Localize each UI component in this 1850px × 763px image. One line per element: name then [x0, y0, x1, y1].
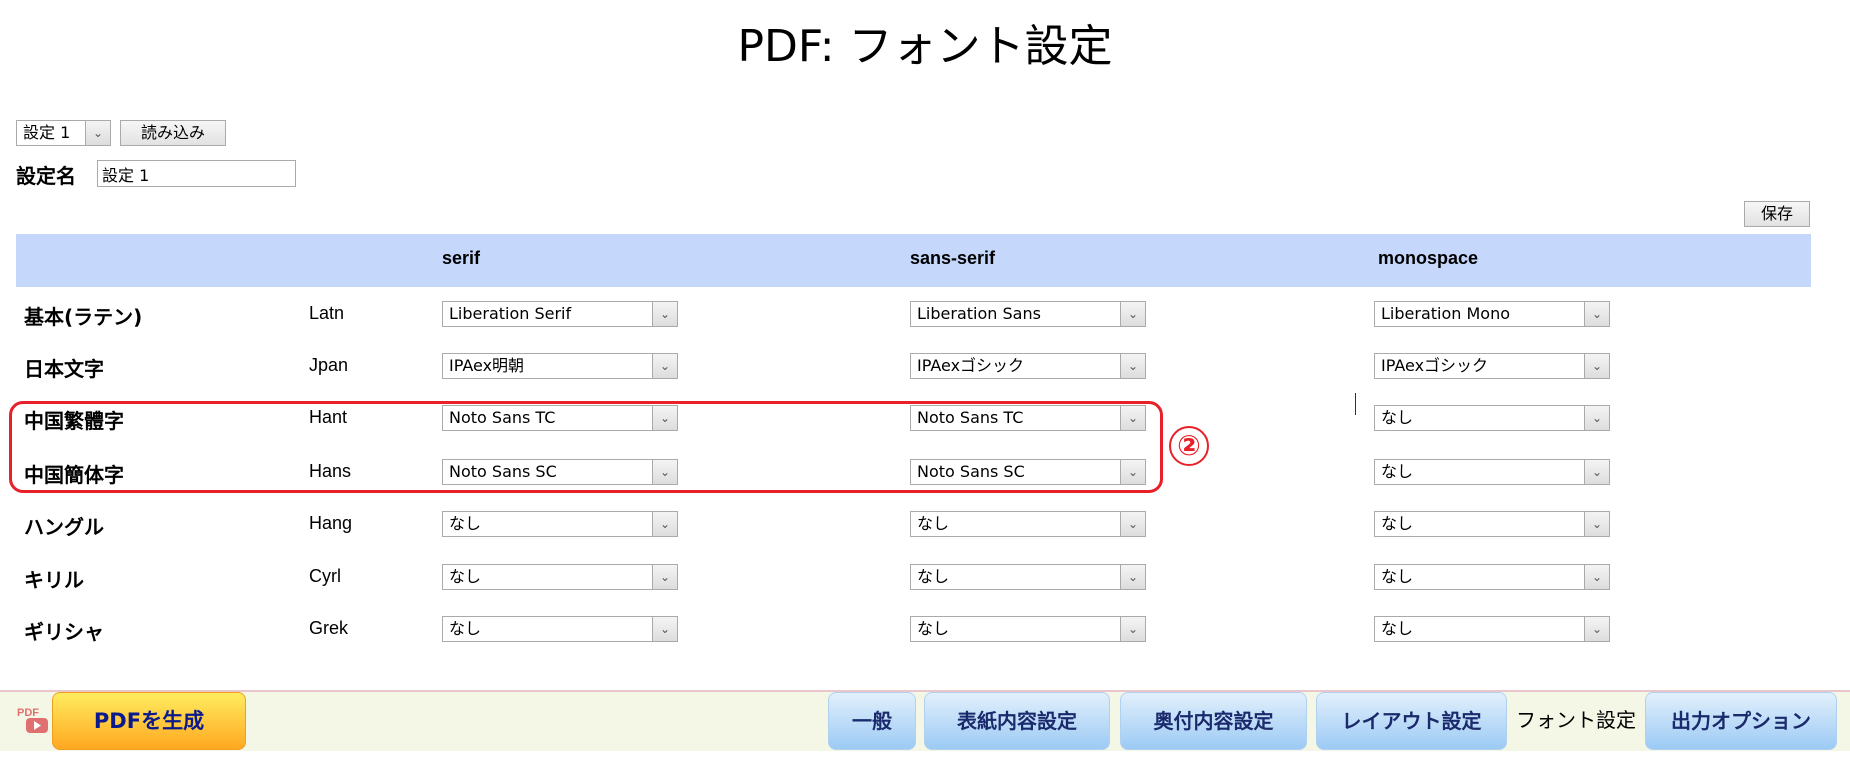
row-label: ギリシャ [24, 620, 104, 644]
font-select-mono[interactable]: なし ⌄ [1374, 405, 1610, 431]
tab-font[interactable]: フォント設定 [1510, 692, 1642, 750]
font-select-mono[interactable]: Liberation Mono ⌄ [1374, 301, 1610, 327]
font-select-value: なし [1381, 567, 1414, 586]
chevron-down-icon: ⌄ [652, 354, 677, 378]
row-script-code: Jpan [309, 355, 349, 375]
font-select-value: IPAexゴシック [917, 356, 1025, 375]
highlight-box [9, 401, 1163, 493]
setting-name-input[interactable] [97, 160, 296, 187]
tab-general[interactable]: 一般 [828, 692, 916, 750]
font-select-value: IPAexゴシック [1381, 356, 1489, 375]
font-select-mono[interactable]: IPAexゴシック ⌄ [1374, 353, 1610, 379]
load-button[interactable]: 読み込み [120, 120, 226, 146]
chevron-down-icon: ⌄ [652, 617, 677, 641]
chevron-down-icon: ⌄ [1120, 512, 1145, 536]
chevron-down-icon: ⌄ [85, 121, 110, 145]
row-label: 基本(ラテン) [24, 305, 143, 329]
chevron-down-icon: ⌄ [1120, 565, 1145, 589]
font-select-value: なし [1381, 514, 1414, 533]
tab-colophon[interactable]: 奥付内容設定 [1120, 692, 1307, 750]
setting-name-label: 設定名 [16, 164, 76, 188]
font-select-value: なし [1381, 619, 1414, 638]
chevron-down-icon: ⌄ [1120, 302, 1145, 326]
font-select-value: なし [449, 567, 482, 586]
chevron-down-icon: ⌄ [1120, 354, 1145, 378]
chevron-down-icon: ⌄ [1584, 354, 1609, 378]
font-select-serif[interactable]: IPAex明朝 ⌄ [442, 353, 678, 379]
tab-cover[interactable]: 表紙内容設定 [924, 692, 1110, 750]
generate-pdf-button[interactable]: PDFを生成 [52, 692, 246, 750]
row-label: キリル [24, 568, 84, 592]
chevron-down-icon: ⌄ [1120, 617, 1145, 641]
font-select-value: Liberation Sans [917, 304, 1041, 323]
preset-select[interactable]: 設定 1 ⌄ [16, 120, 111, 146]
font-select-value: なし [917, 619, 950, 638]
column-header-serif: serif [442, 248, 481, 268]
row-label: 日本文字 [24, 357, 104, 381]
row-script-code: Grek [309, 618, 349, 638]
font-select-sans[interactable]: なし ⌄ [910, 511, 1146, 537]
annotation-number: ② [1169, 426, 1209, 466]
svg-text:PDF: PDF [17, 707, 39, 719]
chevron-down-icon: ⌄ [1584, 512, 1609, 536]
chevron-down-icon: ⌄ [1584, 406, 1609, 430]
row-script-code: Cyrl [309, 566, 341, 586]
font-select-value: IPAex明朝 [449, 356, 525, 375]
chevron-down-icon: ⌄ [1584, 302, 1609, 326]
font-select-sans[interactable]: Liberation Sans ⌄ [910, 301, 1146, 327]
font-select-value: なし [449, 619, 482, 638]
column-header-monospace: monospace [1378, 248, 1479, 268]
chevron-down-icon: ⌄ [1584, 460, 1609, 484]
chevron-down-icon: ⌄ [652, 512, 677, 536]
font-select-value: なし [917, 514, 950, 533]
font-select-serif[interactable]: なし ⌄ [442, 564, 678, 590]
font-select-mono[interactable]: なし ⌄ [1374, 459, 1610, 485]
font-select-sans[interactable]: なし ⌄ [910, 616, 1146, 642]
tab-output-options[interactable]: 出力オプション [1645, 692, 1837, 750]
font-select-value: Liberation Serif [449, 304, 572, 323]
font-select-serif[interactable]: Liberation Serif ⌄ [442, 301, 678, 327]
font-select-value: なし [1381, 462, 1414, 481]
font-select-value: なし [449, 514, 482, 533]
text-cursor [1355, 393, 1356, 415]
font-select-value: なし [1381, 408, 1414, 427]
chevron-down-icon: ⌄ [652, 302, 677, 326]
row-script-code: Latn [309, 303, 345, 323]
font-select-mono[interactable]: なし ⌄ [1374, 511, 1610, 537]
save-button[interactable]: 保存 [1744, 201, 1810, 227]
font-select-sans[interactable]: なし ⌄ [910, 564, 1146, 590]
pdf-icon: PDF [17, 707, 48, 733]
font-select-serif[interactable]: なし ⌄ [442, 616, 678, 642]
column-header-sans-serif: sans-serif [910, 248, 996, 268]
page-title: PDF: フォント設定 [737, 21, 1113, 72]
tab-layout[interactable]: レイアウト設定 [1316, 692, 1507, 750]
chevron-down-icon: ⌄ [652, 565, 677, 589]
font-select-mono[interactable]: なし ⌄ [1374, 616, 1610, 642]
font-select-sans[interactable]: IPAexゴシック ⌄ [910, 353, 1146, 379]
font-select-value: Liberation Mono [1381, 304, 1510, 323]
preset-value: 設定 1 [23, 123, 71, 142]
row-script-code: Hang [309, 513, 353, 533]
font-select-mono[interactable]: なし ⌄ [1374, 564, 1610, 590]
font-select-serif[interactable]: なし ⌄ [442, 511, 678, 537]
chevron-down-icon: ⌄ [1584, 565, 1609, 589]
chevron-down-icon: ⌄ [1584, 617, 1609, 641]
row-label: ハングル [24, 515, 104, 539]
font-select-value: なし [917, 567, 950, 586]
